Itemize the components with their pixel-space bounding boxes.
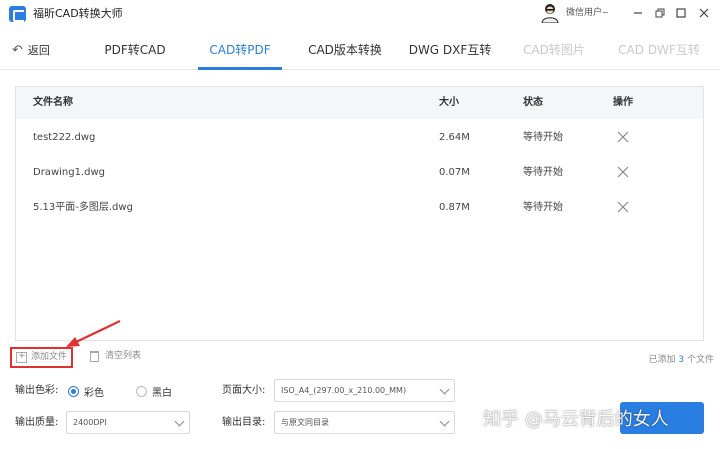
user-menu-caret[interactable]: ~ <box>602 8 609 18</box>
color-option-color-label: 彩色 <box>84 388 104 399</box>
tab-cad-to-pdf[interactable]: CAD转PDF <box>198 28 282 70</box>
tab-cad-to-image[interactable]: CAD转图片 <box>514 28 594 70</box>
radio-unselected-icon <box>136 386 147 397</box>
tab-pdf-to-cad[interactable]: PDF转CAD <box>96 28 174 70</box>
active-tab-indicator <box>198 67 282 70</box>
file-name: 5.13平面-多图层.dwg <box>33 202 133 213</box>
add-file-icon <box>16 351 27 363</box>
file-count: 已添加 3 个文件 <box>648 352 714 365</box>
page-size-value: ISO_A4_(297.00_x_210.00_MM) <box>281 386 407 395</box>
file-size: 0.07M <box>439 167 470 178</box>
remove-file-icon[interactable] <box>617 131 629 143</box>
chevron-down-icon <box>174 416 185 427</box>
tab-bar: ↶ 返回 PDF转CAD CAD转PDF CAD版本转换 DWG DXF互转 C… <box>0 28 720 70</box>
back-arrow-icon: ↶ <box>12 42 23 58</box>
chevron-down-icon <box>439 416 450 427</box>
user-name[interactable]: 微信用户 <box>566 7 602 19</box>
output-color-label: 输出色彩: <box>15 385 59 396</box>
restore-icon[interactable] <box>653 6 667 20</box>
output-dir-label: 输出目录: <box>222 417 266 428</box>
trash-icon <box>90 351 99 362</box>
output-quality-value: 2400DPI <box>73 418 107 427</box>
tab-cad-dwf-convert[interactable]: CAD DWF互转 <box>614 28 704 70</box>
app-title: 福昕CAD转换大师 <box>33 7 123 20</box>
page-size-select[interactable]: ISO_A4_(297.00_x_210.00_MM) <box>274 379 455 402</box>
output-dir-select[interactable]: 与原文同目录 <box>274 411 455 434</box>
user-avatar[interactable] <box>541 3 559 23</box>
tab-cad-version-convert[interactable]: CAD版本转换 <box>303 28 387 70</box>
chevron-down-icon <box>439 384 450 395</box>
clear-list-label: 清空列表 <box>105 351 142 361</box>
file-status: 等待开始 <box>523 202 563 213</box>
title-bar: 福昕CAD转换大师 微信用户 ~ <box>0 0 720 28</box>
file-count-suffix: 个文件 <box>686 355 714 365</box>
page-size-label: 页面大小: <box>222 385 266 396</box>
tab-dwg-dxf-convert[interactable]: DWG DXF互转 <box>404 28 496 70</box>
radio-selected-icon <box>68 386 79 397</box>
remove-file-icon[interactable] <box>617 166 629 178</box>
add-file-label: 添加文件 <box>31 352 68 362</box>
output-quality-select[interactable]: 2400DPI <box>66 411 190 434</box>
watermark: 知乎 @马云背后的女人 <box>483 409 669 430</box>
header-status: 状态 <box>523 97 543 108</box>
color-option-color[interactable]: 彩色 <box>68 384 104 399</box>
minimize-icon[interactable] <box>631 6 645 20</box>
close-icon[interactable] <box>697 6 711 20</box>
add-file-button[interactable]: 添加文件 <box>10 347 73 368</box>
back-button[interactable]: ↶ 返回 <box>12 42 50 58</box>
file-toolbar: 添加文件 清空列表 已添加 3 个文件 <box>0 345 720 371</box>
maximize-icon[interactable] <box>674 6 688 20</box>
clear-list-button[interactable]: 清空列表 <box>90 351 141 362</box>
file-size: 2.64M <box>439 132 470 143</box>
file-count-prefix: 已添加 <box>648 355 676 365</box>
table-row[interactable]: 5.13平面-多图层.dwg 0.87M 等待开始 <box>16 190 703 225</box>
remove-file-icon[interactable] <box>617 201 629 213</box>
output-quality-label: 输出质量: <box>15 417 59 428</box>
file-count-value: 3 <box>678 355 685 365</box>
header-size: 大小 <box>439 97 459 108</box>
color-option-bw-label: 黑白 <box>152 388 172 399</box>
file-status: 等待开始 <box>523 132 563 143</box>
table-header: 文件名称 大小 状态 操作 <box>16 87 703 119</box>
table-row[interactable]: Drawing1.dwg 0.07M 等待开始 <box>16 155 703 190</box>
header-file-name: 文件名称 <box>33 97 73 108</box>
file-name: Drawing1.dwg <box>33 167 105 178</box>
table-row[interactable]: test222.dwg 2.64M 等待开始 <box>16 120 703 155</box>
file-table: 文件名称 大小 状态 操作 test222.dwg 2.64M 等待开始 Dra… <box>15 86 704 341</box>
file-status: 等待开始 <box>523 167 563 178</box>
back-label: 返回 <box>27 44 50 57</box>
file-name: test222.dwg <box>33 132 96 143</box>
header-action: 操作 <box>613 97 633 108</box>
color-option-bw[interactable]: 黑白 <box>136 384 172 399</box>
app-logo-icon <box>9 6 26 22</box>
output-dir-value: 与原文同目录 <box>281 418 329 427</box>
file-size: 0.87M <box>439 202 470 213</box>
